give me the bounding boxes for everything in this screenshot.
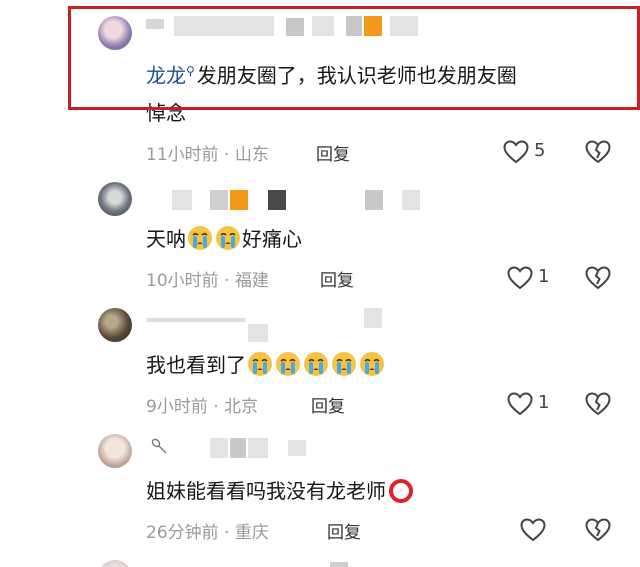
location: 重庆	[234, 523, 269, 543]
crying-face-emoji	[332, 352, 356, 376]
crying-face-emoji	[276, 352, 300, 376]
crying-face-emoji	[216, 226, 240, 250]
separator: ·	[218, 145, 235, 165]
red-circle-emoji	[389, 479, 413, 503]
username-redacted	[268, 190, 286, 210]
comment-meta: 9小时前 · 北京	[146, 392, 258, 417]
username-redacted	[230, 438, 246, 458]
like-count: 1	[538, 266, 550, 287]
username-redacted	[330, 562, 348, 567]
broken-heart-icon[interactable]	[585, 266, 611, 290]
crying-face-emoji	[304, 352, 328, 376]
username-redacted	[364, 308, 382, 328]
username-redacted	[146, 318, 246, 322]
like-count: 1	[538, 392, 550, 413]
username-redacted	[402, 190, 420, 210]
comment-meta: 10小时前 · 福建	[146, 266, 269, 291]
username-redacted	[365, 190, 383, 210]
comment-meta: 11小时前 · 山东	[146, 140, 269, 165]
separator: ·	[218, 271, 235, 291]
location: 北京	[224, 397, 259, 417]
avatar[interactable]	[98, 560, 132, 567]
comment-text: 我也看到了	[146, 350, 386, 380]
separator: ·	[207, 397, 225, 417]
reply-button[interactable]: 回复	[327, 518, 361, 543]
timestamp: 26分钟前	[146, 523, 219, 543]
location: 山东	[234, 145, 269, 165]
spoon-sticker-icon	[151, 438, 167, 454]
heart-outline-icon[interactable]	[520, 518, 546, 542]
avatar[interactable]	[98, 434, 132, 468]
separator: ·	[218, 523, 235, 543]
broken-heart-icon[interactable]	[585, 518, 611, 542]
username-redacted	[172, 190, 192, 210]
crying-face-emoji	[248, 352, 272, 376]
username-redacted	[210, 190, 228, 210]
timestamp: 10小时前	[146, 271, 219, 291]
location: 福建	[234, 271, 269, 291]
avatar[interactable]	[98, 182, 132, 216]
username-redacted	[230, 190, 248, 210]
username-redacted	[248, 438, 268, 458]
username-redacted	[248, 324, 268, 342]
broken-heart-icon[interactable]	[585, 392, 611, 416]
comment-text: 天呐 好痛心	[146, 226, 302, 251]
broken-heart-icon[interactable]	[585, 140, 611, 164]
reply-button[interactable]: 回复	[316, 140, 350, 165]
username-redacted	[210, 438, 228, 458]
timestamp: 11小时前	[146, 145, 219, 165]
heart-outline-icon[interactable]	[503, 140, 529, 164]
reply-button[interactable]: 回复	[311, 392, 345, 417]
comment-meta: 26分钟前 · 重庆	[146, 518, 269, 543]
like-count: 5	[534, 140, 546, 161]
timestamp: 9小时前	[146, 397, 208, 417]
heart-outline-icon[interactable]	[507, 392, 533, 416]
crying-face-emoji	[360, 352, 384, 376]
username-redacted	[288, 440, 306, 456]
highlight-box	[68, 6, 640, 110]
reply-button[interactable]: 回复	[320, 266, 354, 291]
crying-face-emoji	[188, 226, 212, 250]
avatar[interactable]	[98, 308, 132, 342]
comment-text: 姐妹能看看吗我没有龙老师	[146, 476, 413, 506]
heart-outline-icon[interactable]	[507, 266, 533, 290]
